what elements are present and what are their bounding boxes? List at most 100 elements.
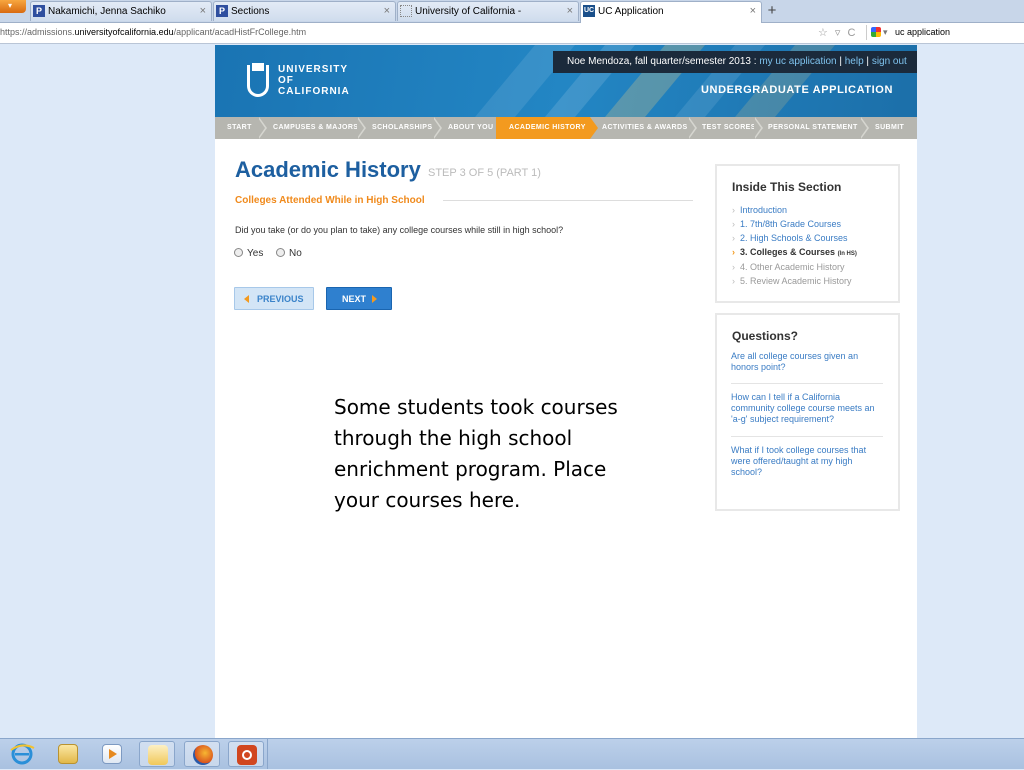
inside-section-title: Inside This Section <box>732 180 842 194</box>
tab-title: UC Application <box>598 6 664 17</box>
url-path: /applicant/acadHistFrCollege.htm <box>173 27 307 37</box>
step-separator <box>860 117 869 139</box>
item-label: 4. Other Academic History <box>740 262 845 272</box>
ie-logo <box>10 743 35 765</box>
blank-page-icon <box>400 5 412 17</box>
step-academic-history[interactable]: ACADEMIC HISTORY <box>496 117 590 139</box>
step-separator <box>688 117 697 139</box>
active-step-arrow <box>590 117 598 139</box>
user-info: Noe Mendoza, fall quarter/semester 2013 … <box>567 56 757 67</box>
step-personal-statement[interactable]: PERSONAL STATEMENT <box>768 117 858 139</box>
new-tab-button[interactable]: + <box>763 2 781 20</box>
chevron-down-icon[interactable]: ▾ <box>883 25 888 40</box>
questions-title: Questions? <box>732 329 799 343</box>
search-text: uc application <box>895 27 951 37</box>
step-test-scores[interactable]: TEST SCORES <box>702 117 756 139</box>
tab-title: Sections <box>231 6 270 17</box>
windows-taskbar <box>0 738 1024 769</box>
radio-label: No <box>289 248 302 259</box>
search-input[interactable]: ▾ uc application <box>866 25 1024 40</box>
question-link-taught-at-hs[interactable]: What if I took college courses that were… <box>731 445 881 478</box>
uc-logo-text[interactable]: UNIVERSITY OF CALIFORNIA <box>278 64 350 97</box>
step-about-you[interactable]: ABOUT YOU <box>448 117 493 139</box>
logo-line: UNIVERSITY <box>278 64 349 75</box>
chevron-right-icon: › <box>732 262 735 272</box>
radio-no[interactable]: No <box>276 248 302 259</box>
app-title: UNDERGRADUATE APPLICATION <box>700 84 893 96</box>
firefox-menu-button[interactable]: ▾ <box>0 0 26 13</box>
tab-university-of-california[interactable]: University of California - × <box>397 1 579 21</box>
step-activities-awards[interactable]: ACTIVITIES & AWARDS <box>602 117 688 139</box>
inside-item-review: › 5. Review Academic History <box>732 276 852 286</box>
help-link[interactable]: help <box>845 56 864 67</box>
google-icon <box>871 27 881 37</box>
media-player-icon[interactable] <box>94 741 130 767</box>
wordpad-icon[interactable] <box>139 741 175 767</box>
step-start[interactable]: START <box>227 117 252 139</box>
chevron-right-icon: › <box>732 219 735 229</box>
tab-title: Nakamichi, Jenna Sachiko <box>48 6 166 17</box>
item-label: 1. 7th/8th Grade Courses <box>740 219 842 229</box>
chevron-down-icon: ▾ <box>8 1 13 10</box>
chevron-right-icon: › <box>732 205 735 215</box>
logo-line: CALIFORNIA <box>278 86 350 97</box>
divider <box>731 383 883 384</box>
url-bar[interactable]: https://admissions.universityofcaliforni… <box>0 27 306 37</box>
step-campuses-majors[interactable]: CAMPUSES & MAJORS <box>273 117 358 139</box>
item-label: 3. Colleges & Courses <box>740 247 836 257</box>
annotation-text: Some students took courses through the h… <box>334 395 618 512</box>
close-icon[interactable]: × <box>567 2 573 21</box>
user-bar: Noe Mendoza, fall quarter/semester 2013 … <box>553 51 917 73</box>
taskbar-divider <box>267 739 268 769</box>
p-icon: P <box>216 5 228 17</box>
item-label: 2. High Schools & Courses <box>740 233 848 243</box>
close-icon[interactable]: × <box>384 2 390 21</box>
inside-item-colleges-courses[interactable]: › 3. Colleges & Courses (In HS) <box>732 247 857 257</box>
college-courses-question: Did you take (or do you plan to take) an… <box>235 225 564 235</box>
step-submit[interactable]: SUBMIT <box>875 117 904 139</box>
logo-line: OF <box>278 75 294 86</box>
ie-icon[interactable] <box>4 741 40 767</box>
item-label: Introduction <box>740 205 788 215</box>
step-scholarships[interactable]: SCHOLARSHIPS <box>372 117 432 139</box>
next-button[interactable]: NEXT <box>326 287 392 310</box>
sign-out-link[interactable]: sign out <box>872 56 907 67</box>
chevron-right-icon: › <box>732 276 735 286</box>
radio-yes[interactable]: Yes <box>234 248 263 259</box>
navigation-bar: https://admissions.universityofcaliforni… <box>0 23 1024 44</box>
browser-tab-bar: ▾ P Nakamichi, Jenna Sachiko × P Section… <box>0 0 1024 23</box>
p-icon: P <box>33 5 45 17</box>
radio-circle-icon[interactable] <box>276 248 285 257</box>
inside-section-panel: Inside This Section › Introduction › 1. 7t… <box>715 164 900 303</box>
uc-icon: UC <box>583 5 595 17</box>
step-indicator: STEP 3 OF 5 (PART 1) <box>428 167 541 179</box>
tab-nakamichi[interactable]: P Nakamichi, Jenna Sachiko × <box>30 1 212 21</box>
radio-circle-icon[interactable] <box>234 248 243 257</box>
chevron-right-icon: › <box>732 247 735 257</box>
question-link-honors[interactable]: Are all college courses given an honors … <box>731 351 881 373</box>
firefox-icon[interactable] <box>184 741 220 767</box>
file-explorer-icon[interactable] <box>50 741 86 767</box>
tab-sections[interactable]: P Sections × <box>213 1 396 21</box>
powerpoint-icon[interactable] <box>228 741 264 767</box>
bookmark-star-icon[interactable]: ☆ ▿ C <box>818 26 857 39</box>
previous-button[interactable]: PREVIOUS <box>234 287 314 310</box>
chevron-right-icon: › <box>732 233 735 243</box>
tab-uc-application[interactable]: UC UC Application × <box>580 1 762 23</box>
inside-item-7th-8th-grade[interactable]: › 1. 7th/8th Grade Courses <box>732 219 841 229</box>
step-separator <box>433 117 442 139</box>
question-link-a-g[interactable]: How can I tell if a California community… <box>731 392 881 425</box>
my-uc-application-link[interactable]: my uc application <box>759 56 836 67</box>
step-separator <box>258 117 267 139</box>
inside-item-other-academic: › 4. Other Academic History <box>732 262 845 272</box>
uc-logo-icon[interactable] <box>247 63 269 97</box>
close-icon[interactable]: × <box>200 2 206 21</box>
divider <box>731 436 883 437</box>
inside-item-introduction[interactable]: › Introduction <box>732 205 787 215</box>
step-separator <box>357 117 366 139</box>
tab-title: University of California - <box>415 6 522 17</box>
divider <box>443 200 693 201</box>
close-icon[interactable]: × <box>750 2 756 21</box>
url-domain: universityofcalifornia.edu <box>74 27 174 37</box>
inside-item-high-schools[interactable]: › 2. High Schools & Courses <box>732 233 848 243</box>
